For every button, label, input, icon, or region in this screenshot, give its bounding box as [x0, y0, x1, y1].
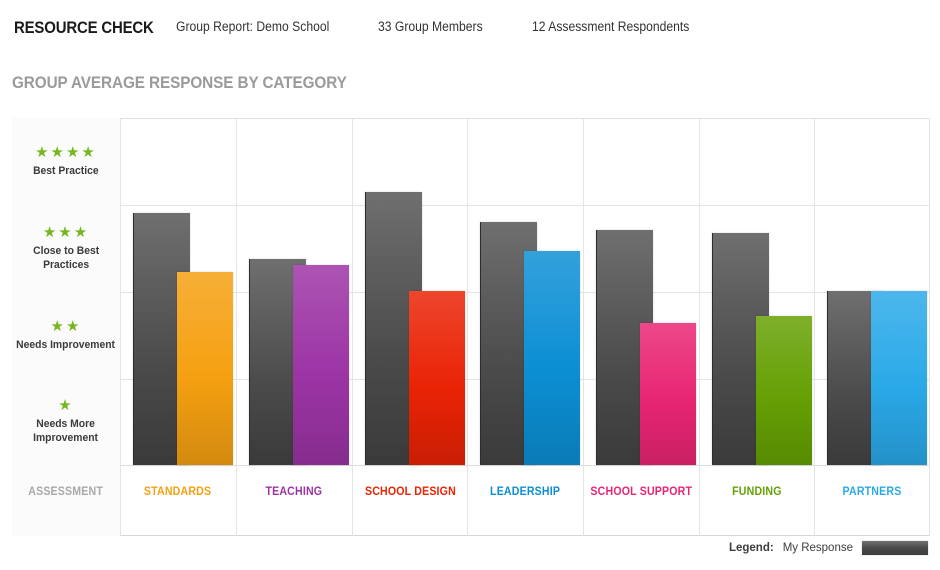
star-rating-icon-3: ★★★	[42, 223, 90, 241]
bar-group	[467, 118, 583, 465]
category-cell: STANDARDS	[120, 465, 236, 536]
axis-band-label: Needs More Improvement	[33, 418, 99, 444]
star-rating-icon-1: ★	[58, 397, 74, 415]
category-cell: LEADERSHIP	[467, 465, 583, 536]
plot-area	[120, 118, 930, 465]
category-label: SCHOOL DESIGN	[364, 486, 456, 498]
brand-title: RESOURCE CHECK	[14, 18, 154, 37]
category-label-row: ASSESSMENT STANDARDS TEACHING SCHOOL DESIG…	[12, 465, 930, 536]
category-cell: PARTNERS	[814, 465, 930, 536]
bar-my-response[interactable]	[756, 315, 812, 465]
category-cell: TEACHING	[236, 465, 352, 536]
legend: Legend: My Response	[729, 541, 928, 555]
category-label: TEACHING	[265, 486, 323, 498]
bar-my-response[interactable]	[177, 271, 233, 465]
category-label: STANDARDS	[144, 486, 212, 498]
chart-frame: ★★★★ Best Practice ★★★ Close to Best Pra…	[12, 118, 930, 536]
assessment-respondents-count: 12 Assessment Respondents	[532, 19, 690, 34]
star-rating-icon-4: ★★★★	[35, 143, 97, 161]
group-members-count: 33 Group Members	[378, 19, 483, 34]
axis-band-best-practice: ★★★★ Best Practice	[12, 118, 120, 205]
bar-group	[352, 118, 468, 465]
axis-band-label: Close to Best Practices	[32, 244, 100, 271]
bar-my-response[interactable]	[524, 250, 580, 465]
legend-item-label: My Response	[782, 542, 853, 554]
bar-group	[814, 118, 930, 465]
bar-my-response[interactable]	[409, 290, 465, 465]
bar-my-response[interactable]	[293, 265, 349, 465]
axis-band-needs-more-improvement: ★ Needs More Improvement	[12, 379, 120, 465]
category-cell: SCHOOL DESIGN	[352, 465, 468, 536]
axis-band-needs-improvement: ★★ Needs Improvement	[12, 292, 120, 379]
bar-group	[236, 118, 352, 465]
category-label: LEADERSHIP	[489, 486, 561, 498]
category-label-assessment: ASSESSMENT	[28, 486, 104, 498]
section-title: GROUP AVERAGE RESPONSE BY CATEGORY	[12, 73, 347, 92]
axis-band-label: Best Practice	[33, 164, 99, 177]
category-cell: FUNDING	[699, 465, 815, 536]
group-report-label: Group Report: Demo School	[176, 19, 330, 34]
bar-my-response[interactable]	[640, 322, 696, 465]
star-rating-icon-2: ★★	[50, 317, 82, 335]
bar-group	[120, 118, 236, 465]
category-cell-assessment: ASSESSMENT	[12, 465, 120, 536]
legend-title: Legend:	[728, 542, 774, 554]
bar-group	[699, 118, 815, 465]
legend-swatch-my-response	[862, 541, 928, 555]
category-label: PARTNERS	[842, 486, 902, 498]
app-header: RESOURCE CHECK Group Report: Demo School…	[0, 0, 940, 56]
category-cell: SCHOOL SUPPORT	[583, 465, 699, 536]
axis-band-label: Needs Improvement	[16, 338, 116, 351]
axis-band-close-to-best: ★★★ Close to Best Practices	[12, 205, 120, 292]
bar-my-response[interactable]	[871, 290, 927, 465]
category-label: SCHOOL SUPPORT	[590, 486, 692, 498]
category-label: FUNDING	[732, 486, 782, 498]
bar-group	[583, 118, 699, 465]
